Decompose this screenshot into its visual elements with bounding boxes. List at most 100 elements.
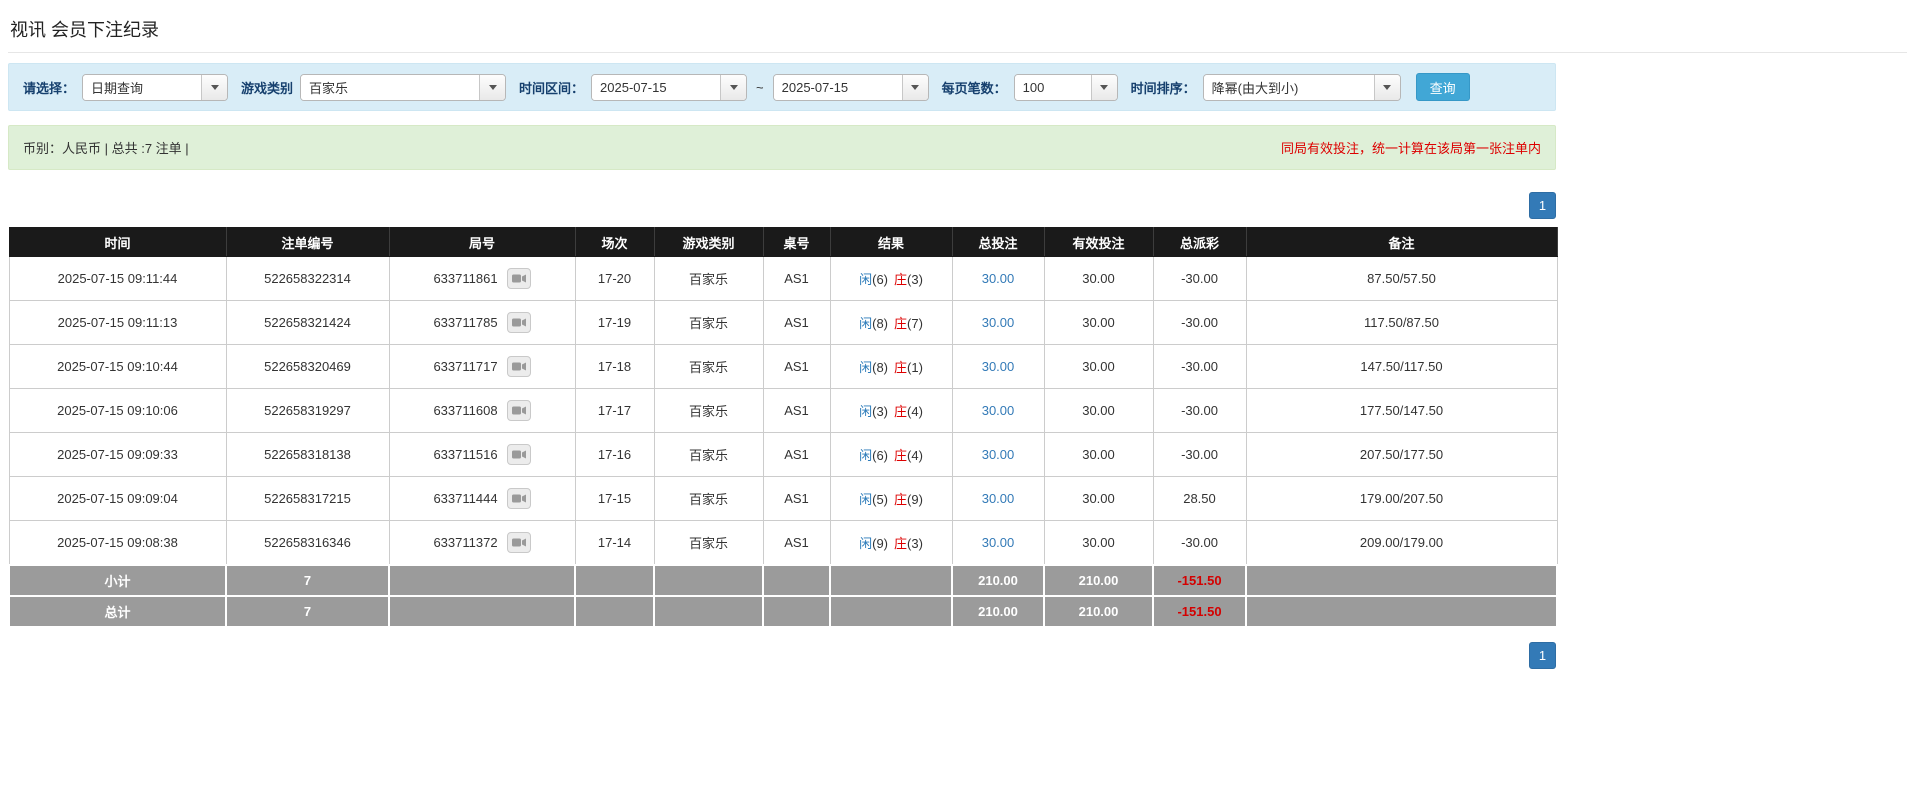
table-row: 2025-07-15 09:09:33 522658318138 6337115… (8, 432, 1558, 477)
game-type-input[interactable] (301, 74, 480, 100)
total-bet-link[interactable]: 30.00 (982, 447, 1015, 462)
total-bet-link[interactable]: 30.00 (982, 403, 1015, 418)
total-bet-link[interactable]: 30.00 (982, 271, 1015, 286)
cell-total-bet: 30.00 (951, 520, 1045, 565)
cell-valid-bet: 30.00 (1043, 520, 1154, 565)
game-type-dropdown-button[interactable] (479, 74, 506, 100)
round-id: 633711717 (433, 359, 498, 374)
result-player: 闲 (859, 448, 873, 463)
cell-valid-bet: 30.00 (1043, 432, 1154, 477)
cell-session: 17-15 (574, 476, 655, 521)
header-bet-id: 注单编号 (225, 227, 390, 257)
header-result: 结果 (829, 227, 953, 257)
cell-time: 2025-07-15 09:09:33 (8, 432, 227, 477)
page-size-dropdown-button[interactable] (1090, 74, 1117, 100)
subtotal-valid-bet: 210.00 (1043, 563, 1154, 597)
video-replay-icon[interactable] (506, 400, 531, 421)
date-from-input[interactable] (592, 74, 721, 100)
cell-remark: 177.50/147.50 (1245, 388, 1558, 433)
table-row: 2025-07-15 09:11:44 522658322314 6337118… (8, 256, 1558, 301)
header-round: 局号 (388, 227, 576, 257)
table-row: 2025-07-15 09:10:06 522658319297 6337116… (8, 388, 1558, 433)
total-label: 总计 (8, 594, 227, 628)
cell-result: 闲(9) 庄(3) (829, 520, 953, 565)
date-from-dropdown-button[interactable] (720, 74, 747, 100)
content: 请选择： 游戏类别 时间区间： ~ 每页笔数： (8, 63, 1558, 669)
table-header: 时间 注单编号 局号 场次 游戏类别 桌号 结果 总投注 有效投注 总派彩 备注 (8, 227, 1558, 257)
sort-dropdown-button[interactable] (1373, 74, 1400, 100)
cell-total-bet: 30.00 (951, 388, 1045, 433)
video-replay-icon[interactable] (506, 531, 531, 553)
pagination-bottom: 1 (8, 641, 1556, 669)
header-remark: 备注 (1245, 227, 1558, 257)
total-count: 7 (225, 594, 390, 628)
valid-bet-notice: 同局有效投注，统一计算在该局第一张注单内 (1280, 141, 1541, 156)
table-row: 2025-07-15 09:08:38 522658316346 6337113… (8, 520, 1558, 565)
table-row: 2025-07-15 09:10:44 522658320469 6337117… (8, 344, 1558, 389)
video-replay-icon[interactable] (506, 488, 531, 509)
total-bet-link[interactable]: 30.00 (982, 359, 1015, 374)
total-bet-link[interactable]: 30.00 (982, 315, 1015, 330)
cell-session: 17-14 (574, 520, 655, 565)
date-to-dropdown-button[interactable] (901, 74, 928, 100)
result-banker: 庄 (894, 360, 908, 375)
cell-time: 2025-07-15 09:08:38 (8, 520, 227, 565)
round-id: 633711516 (433, 447, 498, 462)
round-id: 633711861 (433, 271, 498, 286)
cell-table-no: AS1 (762, 432, 831, 477)
result-banker: 庄 (894, 404, 908, 419)
header-time: 时间 (8, 227, 227, 257)
video-replay-icon[interactable] (506, 444, 531, 465)
video-replay-icon[interactable] (506, 268, 531, 289)
table-row: 2025-07-15 09:11:13 522658321424 6337117… (8, 300, 1558, 345)
cell-result: 闲(6) 庄(4) (829, 432, 953, 477)
game-type-label: 游戏类别 (241, 80, 294, 96)
cell-result: 闲(8) 庄(7) (829, 300, 953, 345)
result-player: 闲 (859, 316, 873, 331)
round-id: 633711372 (433, 534, 498, 550)
cell-remark: 87.50/57.50 (1245, 256, 1558, 301)
cell-result: 闲(5) 庄(9) (829, 476, 953, 521)
total-bet-link[interactable]: 30.00 (982, 491, 1015, 506)
pagination-top: 1 (8, 192, 1556, 219)
round-id: 633711608 (433, 403, 498, 418)
cell-table-no: AS1 (762, 388, 831, 433)
header-table-no: 桌号 (762, 227, 831, 257)
cell-time: 2025-07-15 09:10:06 (8, 388, 227, 433)
cell-remark: 179.00/207.50 (1245, 476, 1558, 521)
search-button[interactable]: 查询 (1415, 73, 1470, 101)
video-replay-icon[interactable] (506, 312, 531, 333)
page-size-combobox (1013, 73, 1118, 101)
date-to-input[interactable] (773, 74, 902, 100)
cell-remark: 147.50/117.50 (1245, 344, 1558, 389)
select-type-combobox (82, 73, 229, 101)
round-id: 633711785 (433, 315, 498, 330)
cell-remark: 117.50/87.50 (1245, 300, 1558, 345)
cell-session: 17-16 (574, 432, 655, 477)
game-type-combobox (300, 73, 507, 101)
cell-result: 闲(6) 庄(3) (829, 256, 953, 301)
select-type-dropdown-button[interactable] (201, 74, 228, 100)
cell-round: 633711372 (388, 520, 576, 565)
subtotal-row: 小计 7 210.00 210.00 -151.50 (8, 563, 1558, 597)
select-type-input[interactable] (83, 74, 202, 100)
cell-session: 17-20 (574, 256, 655, 301)
cell-total-bet: 30.00 (951, 344, 1045, 389)
cell-bet-id: 522658318138 (225, 432, 390, 477)
sort-input[interactable] (1203, 74, 1374, 100)
result-player: 闲 (859, 272, 873, 287)
pagination-page-1[interactable]: 1 (1529, 192, 1556, 219)
pagination-page-1[interactable]: 1 (1529, 641, 1556, 669)
total-bet-link[interactable]: 30.00 (982, 535, 1015, 550)
cell-time: 2025-07-15 09:11:13 (8, 300, 227, 345)
subtotal-label: 小计 (8, 563, 227, 597)
video-replay-icon[interactable] (506, 356, 531, 377)
cell-table-no: AS1 (762, 520, 831, 565)
total-row: 总计 7 210.00 210.00 -151.50 (8, 594, 1558, 628)
result-banker: 庄 (894, 492, 908, 507)
chevron-down-icon (1383, 84, 1392, 90)
subtotal-total-bet: 210.00 (951, 563, 1045, 597)
page-size-input[interactable] (1014, 74, 1091, 100)
cell-session: 17-19 (574, 300, 655, 345)
cell-valid-bet: 30.00 (1043, 476, 1154, 521)
